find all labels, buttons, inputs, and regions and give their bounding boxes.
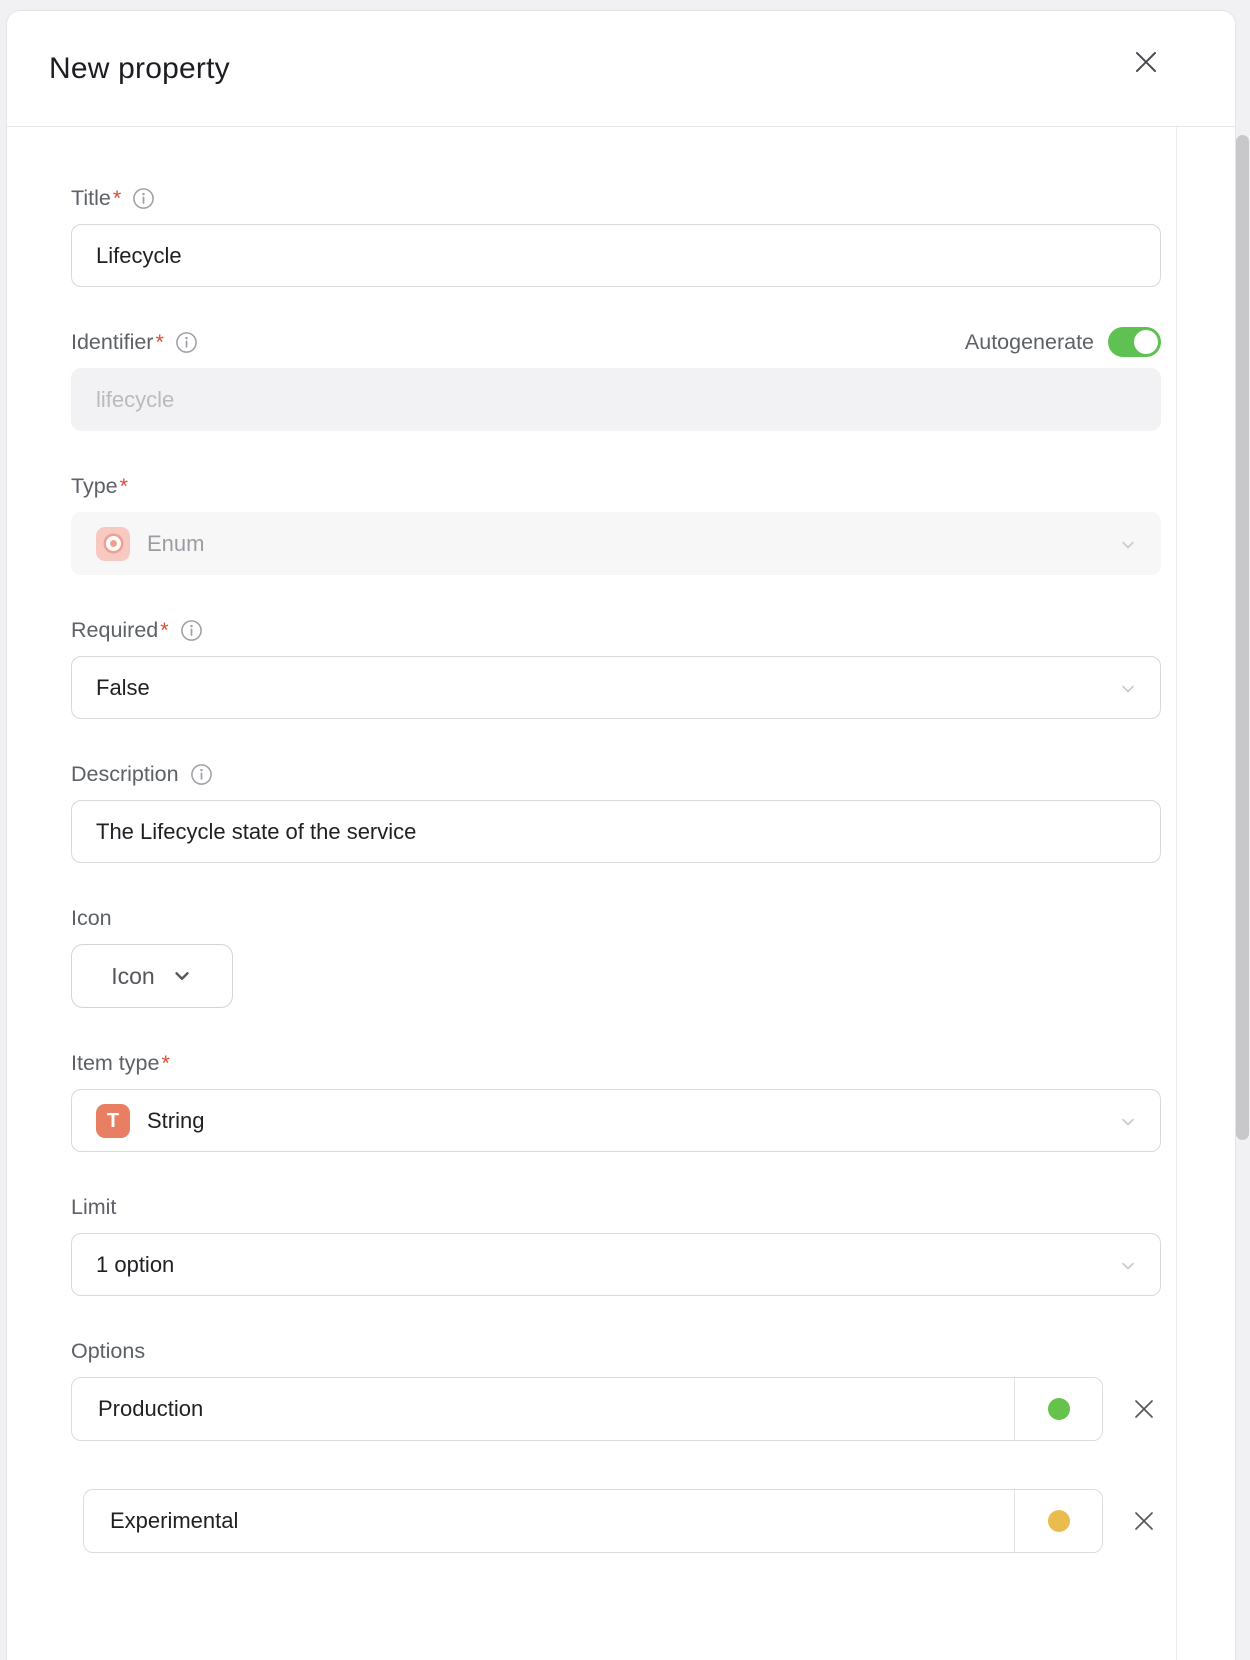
field-limit: Limit 1 option xyxy=(71,1192,1235,1296)
string-icon: T xyxy=(96,1104,130,1138)
field-required: Required * False xyxy=(71,615,1235,719)
limit-label: Limit xyxy=(71,1195,116,1220)
new-property-dialog: New property Title * Identifier xyxy=(6,10,1236,1660)
description-label: Description xyxy=(71,762,179,787)
identifier-label: Identifier xyxy=(71,330,153,355)
item-type-value: String xyxy=(147,1108,204,1134)
field-title: Title * xyxy=(71,183,1235,287)
chevron-down-icon xyxy=(171,965,193,987)
info-icon xyxy=(180,619,203,642)
close-icon xyxy=(1132,1397,1156,1421)
option-remove-button[interactable] xyxy=(1129,1506,1159,1536)
info-icon xyxy=(132,187,155,210)
option-row xyxy=(83,1489,1235,1553)
option-input[interactable] xyxy=(84,1490,1014,1552)
field-options: Options xyxy=(71,1336,1235,1553)
required-label: Required xyxy=(71,618,158,643)
field-icon: Icon Icon xyxy=(71,903,1235,1008)
required-select[interactable]: False xyxy=(71,656,1161,719)
limit-value: 1 option xyxy=(96,1252,174,1278)
field-item-type: Item type * T String xyxy=(71,1048,1235,1152)
close-icon xyxy=(1132,1509,1156,1533)
description-input[interactable] xyxy=(71,800,1161,863)
limit-select[interactable]: 1 option xyxy=(71,1233,1161,1296)
required-marker: * xyxy=(155,330,163,355)
info-icon xyxy=(175,331,198,354)
type-select: Enum xyxy=(71,512,1161,575)
option-color-dot xyxy=(1048,1398,1070,1420)
item-type-select[interactable]: T String xyxy=(71,1089,1161,1152)
dialog-content-edge xyxy=(1176,127,1177,1660)
enum-icon xyxy=(96,527,130,561)
field-type: Type * Enum xyxy=(71,471,1235,575)
icon-picker-label: Icon xyxy=(111,963,154,990)
option-input[interactable] xyxy=(72,1378,1014,1440)
field-identifier: Identifier * Autogenerate xyxy=(71,327,1235,431)
required-value: False xyxy=(96,675,150,701)
chevron-down-icon xyxy=(1118,1256,1138,1276)
required-marker: * xyxy=(113,186,121,211)
identifier-input xyxy=(71,368,1161,431)
option-field xyxy=(71,1377,1103,1441)
type-value: Enum xyxy=(147,531,204,557)
required-marker: * xyxy=(161,1051,169,1076)
option-remove-button[interactable] xyxy=(1129,1394,1159,1424)
option-color-swatch[interactable] xyxy=(1014,1490,1102,1552)
icon-label: Icon xyxy=(71,906,112,931)
dialog-body: Title * Identifier * Autogenerate xyxy=(7,127,1235,1553)
toggle-knob xyxy=(1134,330,1158,354)
required-marker: * xyxy=(120,474,128,499)
autogenerate-label: Autogenerate xyxy=(965,330,1094,355)
option-row xyxy=(71,1377,1235,1441)
chevron-down-icon xyxy=(1118,679,1138,699)
dialog-header: New property xyxy=(7,11,1235,127)
option-color-swatch[interactable] xyxy=(1014,1378,1102,1440)
title-label: Title xyxy=(71,186,111,211)
close-icon xyxy=(1133,49,1159,75)
options-label: Options xyxy=(71,1339,145,1364)
scrollbar-thumb[interactable] xyxy=(1236,135,1249,1140)
chevron-down-icon xyxy=(1118,1112,1138,1132)
info-icon xyxy=(190,763,213,786)
chevron-down-icon xyxy=(1118,535,1138,555)
field-description: Description xyxy=(71,759,1235,863)
option-color-dot xyxy=(1048,1510,1070,1532)
dialog-title: New property xyxy=(49,52,230,86)
close-button[interactable] xyxy=(1129,45,1163,79)
autogenerate-toggle[interactable] xyxy=(1108,327,1161,357)
required-marker: * xyxy=(160,618,168,643)
item-type-label: Item type xyxy=(71,1051,159,1076)
title-input[interactable] xyxy=(71,224,1161,287)
type-label: Type xyxy=(71,474,118,499)
option-field xyxy=(83,1489,1103,1553)
icon-picker-button[interactable]: Icon xyxy=(71,944,233,1008)
